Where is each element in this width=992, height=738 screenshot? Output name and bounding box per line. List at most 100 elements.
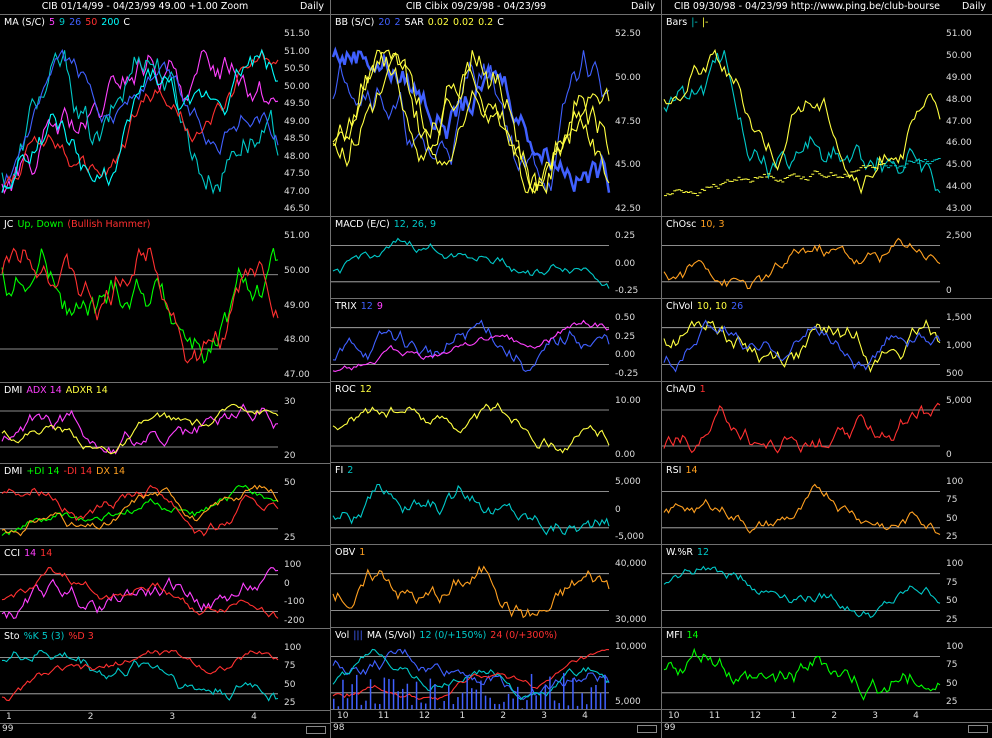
y-tick-label: 47.50	[615, 116, 641, 127]
indicator-panel[interactable]: FI 2 5,000 0 -5,000	[331, 463, 661, 545]
legend-item: C	[123, 17, 131, 28]
indicator-panel[interactable]: BB (S/C) 20 2 SAR 0.02 0.02 0.2 C 52.50 50.00 47.5…	[331, 15, 661, 217]
scroll-control[interactable]	[637, 725, 657, 733]
y-tick-label: 46.50	[284, 204, 310, 214]
indicator-panel[interactable]: MFI 14 100 75 50 25	[662, 628, 992, 710]
indicator-panel[interactable]: ChVol 10, 10 26 1,500 1,000 500	[662, 299, 992, 382]
series-line	[663, 237, 941, 290]
period-selector[interactable]: Daily	[300, 1, 324, 12]
indicator-legend: Vol ||| MA (S/Vol) 12 (0/+150%) 24 (0/+300%)	[335, 630, 561, 641]
y-tick-label: 100	[946, 477, 964, 487]
y-tick-label: 0	[615, 504, 621, 515]
y-tick-label: 0.25	[615, 231, 636, 241]
indicator-panel[interactable]: ChOsc 10, 3 2,500 0	[662, 217, 992, 299]
indicator-panel[interactable]: MACD (E/C) 12, 26, 9 0.25 0.00 -0.25	[331, 217, 661, 299]
indicator-panel[interactable]: ChA/D 1 5,000 0	[662, 382, 992, 463]
legend-item: 9	[59, 17, 66, 28]
y-tick-label: 75	[946, 660, 958, 671]
legend-item: FI	[335, 465, 344, 476]
chart-title-bar[interactable]: CIB 01/14/99 - 04/23/99 49.00 +1.00 Zoom…	[0, 0, 330, 15]
indicator-panel[interactable]: W.%R 12 100 75 50 25	[662, 545, 992, 628]
indicator-legend: Sto %K 5 (3) %D 3	[4, 631, 98, 642]
chart-column-2: CIB Cibix 09/29/98 - 04/23/99 Daily BB (S/…	[331, 0, 662, 738]
legend-item: DX 14	[96, 466, 126, 477]
indicator-panel[interactable]: DMI ADX 14 ADXR 14 30 20	[0, 383, 330, 464]
y-tick-label: 49.00	[284, 116, 310, 127]
indicator-panel[interactable]: RSI 14 100 75 50 25	[662, 463, 992, 545]
series-line	[1, 403, 279, 455]
legend-item: 20	[378, 17, 391, 28]
volume-bar	[434, 684, 436, 709]
indicator-panel[interactable]: MA (S/C) 5 9 26 50 200 C 51.50 51.00 50.50 50.00 49…	[0, 15, 330, 217]
y-tick-label: 5,000	[946, 396, 972, 406]
legend-item: ChOsc	[666, 219, 697, 230]
chart-title-bar[interactable]: CIB Cibix 09/29/98 - 04/23/99 Daily	[331, 0, 661, 15]
legend-item: +DI 14	[26, 466, 60, 477]
indicator-panel[interactable]: TRIX 12 9 0.50 0.25 0.00 -0.25	[331, 299, 661, 382]
volume-bar	[498, 704, 501, 709]
volume-bar	[590, 687, 593, 709]
period-selector[interactable]: Daily	[962, 1, 986, 12]
volume-bar	[415, 681, 418, 709]
y-tick-label: 5,000	[615, 477, 641, 487]
y-tick-label: 30,000	[615, 615, 647, 625]
y-tick-label: 1,000	[946, 341, 972, 351]
legend-item: SAR	[404, 17, 424, 28]
scroll-control[interactable]	[306, 726, 326, 734]
volume-bar	[360, 704, 363, 709]
volume-bar	[494, 703, 496, 709]
chart-title: CIB 01/14/99 - 04/23/99 49.00 +1.00 Zoom	[41, 1, 249, 12]
indicator-panel[interactable]: CCI 14 14 100 0 -100 -200	[0, 546, 330, 629]
indicator-panel[interactable]: Vol ||| MA (S/Vol) 12 (0/+150%) 24 (0/+300%)…	[331, 628, 661, 710]
y-tick-label: 10,000	[615, 642, 647, 652]
y-tick-label: 44.00	[946, 182, 972, 193]
legend-item: 10, 3	[700, 219, 725, 230]
x-tick-label: 12	[749, 711, 762, 721]
indicator-legend: RSI 14	[666, 465, 702, 476]
indicator-panel[interactable]: OBV 1 40,000 30,000	[331, 545, 661, 628]
y-tick-label: 46.00	[946, 138, 972, 149]
y-tick-label: 52.50	[615, 29, 641, 39]
volume-bar	[365, 700, 367, 709]
y-tick-label: 0	[284, 578, 290, 589]
volume-bar	[342, 679, 344, 709]
indicator-legend: FI 2	[335, 465, 357, 476]
y-tick-label: 47.50	[284, 169, 310, 179]
period-selector[interactable]: Daily	[631, 1, 655, 12]
legend-item: 24 (0/+300%)	[490, 630, 558, 641]
volume-bar	[512, 698, 514, 709]
y-tick-label: 50	[946, 596, 958, 607]
volume-bar	[489, 697, 491, 709]
indicator-panel[interactable]: DMI +DI 14 -DI 14 DX 14 50 25	[0, 464, 330, 546]
y-tick-label: 48.00	[284, 335, 310, 346]
chart-title-bar[interactable]: CIB 09/30/98 - 04/23/99 http://www.ping.…	[662, 0, 992, 15]
series-line	[1, 50, 279, 195]
volume-bar	[480, 680, 482, 709]
indicator-panel[interactable]: Sto %K 5 (3) %D 3 100 75 50 25	[0, 629, 330, 711]
legend-item: ROC	[335, 384, 356, 395]
volume-bar	[521, 708, 524, 709]
indicator-legend: ChVol 10, 10 26	[666, 301, 747, 312]
series-line	[663, 319, 941, 373]
legend-item: 10, 10	[696, 301, 728, 312]
indicator-legend: DMI ADX 14 ADXR 14	[4, 385, 112, 396]
y-tick-label: 48.00	[946, 94, 972, 105]
y-tick-label: 50.00	[946, 50, 972, 61]
legend-item: 14	[24, 548, 37, 559]
volume-bar	[484, 695, 487, 709]
y-tick-label: 43.00	[946, 204, 972, 214]
indicator-panel[interactable]: Bars |- |- 51.00 50.00 49.00 48.00 47.00 46.00 45…	[662, 15, 992, 217]
volume-bar	[438, 708, 441, 709]
indicator-plot	[663, 48, 941, 197]
indicator-legend: DMI +DI 14 -DI 14 DX 14	[4, 466, 129, 477]
volume-bar	[553, 700, 556, 709]
indicator-panel[interactable]: ROC 12 10.00 0.00	[331, 382, 661, 463]
indicator-legend: CCI 14 14	[4, 548, 56, 559]
legend-item: OBV	[335, 547, 356, 558]
series-line	[1, 48, 279, 193]
volume-bar	[471, 688, 473, 709]
legend-item: 12 (0/+150%)	[419, 630, 487, 641]
indicator-panel[interactable]: JC Up, Down (Bullish Hammer) 51.00 50.00 49.0…	[0, 217, 330, 383]
y-tick-label: 0	[946, 286, 952, 296]
scroll-control[interactable]	[968, 725, 988, 733]
